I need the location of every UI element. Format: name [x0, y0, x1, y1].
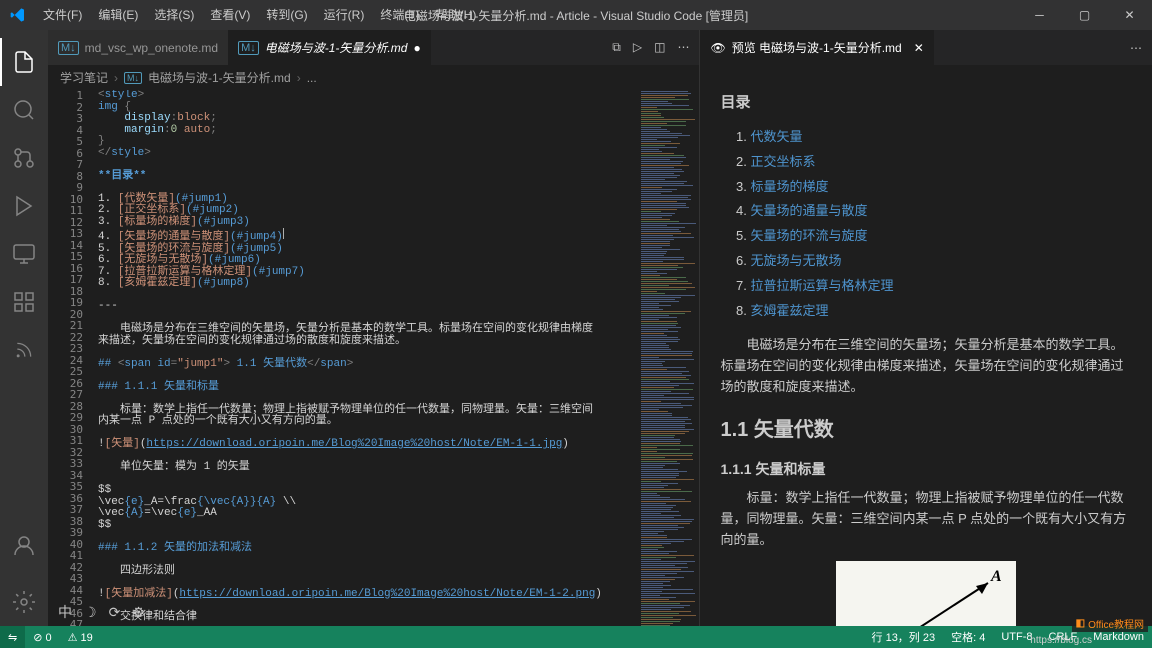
- problems-errors[interactable]: ⊘ 0: [25, 631, 59, 644]
- activity-bar: [0, 30, 48, 626]
- toc-link[interactable]: 代数矢量: [750, 129, 802, 144]
- editor-actions: ⧉ ▷ ◫ ⋯: [612, 40, 699, 55]
- indentation[interactable]: 空格: 4: [943, 629, 993, 645]
- preview-icon: 👁: [710, 41, 725, 55]
- markdown-file-icon: M↓: [58, 41, 79, 55]
- vscode-logo-icon: [0, 7, 35, 23]
- menu-go[interactable]: 转到(G): [258, 0, 315, 30]
- preview-h1: 1.1 矢量代数: [720, 414, 1132, 446]
- window-controls: ─ ▢ ✕: [1017, 0, 1152, 30]
- explorer-icon[interactable]: [0, 38, 48, 86]
- minimap[interactable]: [639, 90, 699, 626]
- status-bar: ⇋ ⊘ 0 ⚠ 19 行 13，列 23 空格: 4 UTF-8 CRLF Ma…: [0, 626, 1152, 648]
- more-icon[interactable]: ⋯: [1130, 41, 1142, 55]
- split-editor-icon[interactable]: ◫: [654, 40, 665, 55]
- close-button[interactable]: ✕: [1107, 0, 1152, 30]
- search-icon[interactable]: [0, 86, 48, 134]
- dark-mode-icon[interactable]: ☽: [84, 604, 97, 621]
- cjk-mode-icon[interactable]: 中: [58, 602, 72, 622]
- tab-label: 预览 电磁场与波-1-矢量分析.md: [732, 39, 902, 56]
- extensions-icon[interactable]: [0, 278, 48, 326]
- breadcrumb-item[interactable]: ...: [307, 71, 317, 85]
- tab-onenote[interactable]: M↓ md_vsc_wp_onenote.md: [48, 30, 228, 65]
- more-icon[interactable]: ⋯: [677, 40, 689, 55]
- tab-label: md_vsc_wp_onenote.md: [85, 41, 218, 55]
- toc-link[interactable]: 矢量场的环流与旋度: [750, 228, 867, 243]
- title-bar: 文件(F) 编辑(E) 选择(S) 查看(V) 转到(G) 运行(R) 终端(T…: [0, 0, 1152, 30]
- sync-icon[interactable]: ⟳: [109, 604, 121, 621]
- line-gutter: 1234567891011121314151617181920212223242…: [48, 90, 98, 626]
- chevron-right-icon: ›: [297, 71, 301, 85]
- svg-text:A: A: [990, 568, 1002, 585]
- editor-group-left: M↓ md_vsc_wp_onenote.md M↓ 电磁场与波-1-矢量分析.md…: [48, 30, 699, 626]
- breadcrumb[interactable]: 学习笔记 › M↓ 电磁场与波-1-矢量分析.md › ...: [48, 65, 699, 90]
- vector-image: AP: [836, 561, 1016, 626]
- editor-tabs: M↓ md_vsc_wp_onenote.md M↓ 电磁场与波-1-矢量分析.md…: [48, 30, 699, 65]
- modified-dot-icon[interactable]: [413, 41, 420, 55]
- editor-group-right: 👁 预览 电磁场与波-1-矢量分析.md ✕ ⋯ 目录 代数矢量 正交坐标系 标量场…: [699, 30, 1152, 626]
- toc-link[interactable]: 矢量场的通量与散度: [750, 203, 867, 218]
- run-debug-icon[interactable]: [0, 182, 48, 230]
- watermark: ◧Office教程网: [1072, 615, 1148, 632]
- settings-icon[interactable]: ⚙: [132, 604, 145, 621]
- code-editor[interactable]: 1234567891011121314151617181920212223242…: [48, 90, 699, 626]
- tab-current[interactable]: M↓ 电磁场与波-1-矢量分析.md: [228, 30, 431, 65]
- toc-link[interactable]: 标量场的梯度: [750, 179, 828, 194]
- settings-gear-icon[interactable]: [0, 578, 48, 626]
- rss-icon[interactable]: [0, 326, 48, 374]
- hover-url: https://blog.cs: [1030, 635, 1092, 646]
- code-content[interactable]: <style> img { display:block; margin:0 au…: [98, 90, 639, 626]
- open-preview-icon[interactable]: ⧉: [612, 40, 621, 55]
- toc-link[interactable]: 亥姆霍兹定理: [750, 303, 828, 318]
- preview-paragraph: 标量：数学上指任一代数量；物理上指被赋予物理单位的任一代数量，同物理量。矢量：三…: [720, 488, 1132, 550]
- preview-toc-list: 代数矢量 正交坐标系 标量场的梯度 矢量场的通量与散度 矢量场的环流与旋度 无旋…: [750, 125, 1132, 323]
- account-icon[interactable]: [0, 522, 48, 570]
- cursor-position[interactable]: 行 13，列 23: [864, 629, 944, 645]
- problems-warnings[interactable]: ⚠ 19: [60, 631, 101, 644]
- tab-label: 电磁场与波-1-矢量分析.md: [265, 39, 408, 56]
- markdown-preview[interactable]: 目录 代数矢量 正交坐标系 标量场的梯度 矢量场的通量与散度 矢量场的环流与旋度…: [700, 65, 1152, 626]
- menu-selection[interactable]: 选择(S): [146, 0, 202, 30]
- menu-edit[interactable]: 编辑(E): [90, 0, 146, 30]
- toc-link[interactable]: 拉普拉斯运算与格林定理: [750, 278, 893, 293]
- remote-explorer-icon[interactable]: [0, 230, 48, 278]
- run-icon[interactable]: ▷: [633, 40, 642, 55]
- preview-paragraph: 电磁场是分布在三维空间的矢量场；矢量分析是基本的数学工具。标量场在空间的变化规律…: [720, 335, 1132, 397]
- maximize-button[interactable]: ▢: [1062, 0, 1107, 30]
- tab-preview[interactable]: 👁 预览 电磁场与波-1-矢量分析.md ✕: [700, 30, 933, 65]
- preview-h2: 1.1.1 矢量和标量: [720, 458, 1132, 480]
- preview-toc-title: 目录: [720, 91, 1132, 115]
- menu-run[interactable]: 运行(R): [316, 0, 373, 30]
- source-control-icon[interactable]: [0, 134, 48, 182]
- breadcrumb-item[interactable]: 学习笔记: [60, 69, 108, 86]
- chevron-right-icon: ›: [114, 71, 118, 85]
- menu-view[interactable]: 查看(V): [202, 0, 258, 30]
- markdown-file-icon: M↓: [124, 72, 142, 84]
- toc-link[interactable]: 正交坐标系: [750, 154, 815, 169]
- breadcrumb-item[interactable]: 电磁场与波-1-矢量分析.md: [148, 69, 291, 86]
- toc-link[interactable]: 无旋场与无散场: [750, 253, 841, 268]
- close-tab-icon[interactable]: ✕: [914, 41, 924, 55]
- markdown-file-icon: M↓: [238, 41, 259, 55]
- minimize-button[interactable]: ─: [1017, 0, 1062, 30]
- remote-indicator[interactable]: ⇋: [0, 626, 25, 648]
- window-title: 电磁场与波-1-矢量分析.md - Article - Visual Studi…: [404, 7, 749, 24]
- menu-file[interactable]: 文件(F): [35, 0, 90, 30]
- preview-tabs: 👁 预览 电磁场与波-1-矢量分析.md ✕ ⋯: [700, 30, 1152, 65]
- markdown-quick-actions: 中 ☽ ⟳ ⚙: [58, 602, 145, 622]
